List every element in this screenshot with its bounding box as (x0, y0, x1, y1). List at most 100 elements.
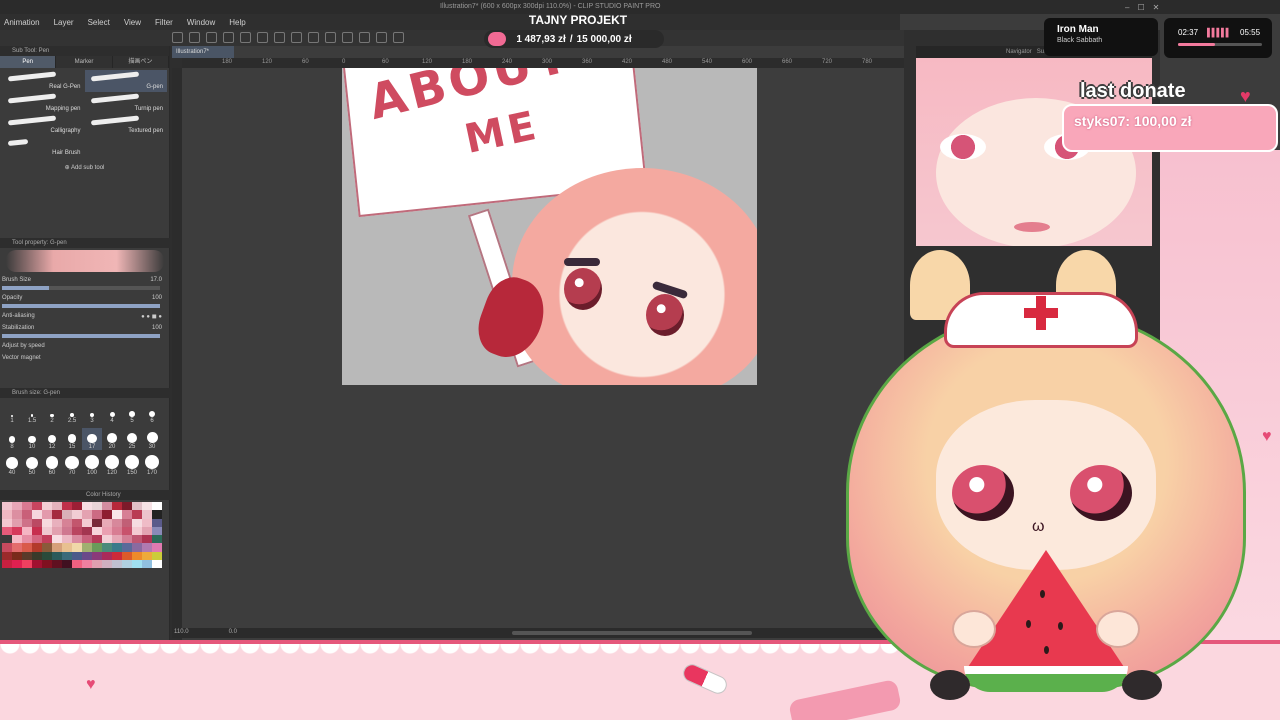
color-swatch[interactable] (52, 526, 62, 536)
color-swatch[interactable] (132, 551, 142, 561)
color-swatch[interactable] (72, 526, 82, 536)
brush-size-option[interactable]: 15 (62, 428, 82, 450)
clear-icon[interactable] (257, 32, 268, 43)
brush-size-option[interactable]: 170 (142, 454, 162, 476)
color-swatch[interactable] (102, 518, 112, 527)
color-swatch[interactable] (22, 535, 32, 544)
color-swatch[interactable] (72, 551, 82, 561)
color-swatch[interactable] (122, 551, 132, 561)
crop-icon[interactable] (325, 32, 336, 43)
brush-size-option[interactable]: 2 (42, 402, 62, 424)
prop-opacity[interactable]: Opacity 100 (0, 292, 170, 304)
color-swatch[interactable] (72, 543, 82, 552)
color-swatch[interactable] (42, 502, 52, 511)
pen-icon[interactable] (359, 32, 370, 43)
color-swatch[interactable] (12, 518, 22, 527)
color-swatch[interactable] (112, 535, 122, 544)
color-swatch[interactable] (42, 535, 52, 544)
open-icon[interactable] (189, 32, 200, 43)
color-swatch[interactable] (22, 518, 32, 527)
color-swatch[interactable] (22, 510, 32, 519)
color-swatch[interactable] (62, 518, 72, 527)
color-swatch[interactable] (152, 535, 162, 544)
color-swatch[interactable] (112, 518, 122, 527)
brush-size-option[interactable]: 12 (42, 428, 62, 450)
brush-size-option[interactable]: 150 (122, 454, 142, 476)
brush-size-option[interactable]: 2.5 (62, 402, 82, 424)
color-swatch[interactable] (72, 560, 82, 569)
color-swatch[interactable] (52, 510, 62, 519)
color-swatch[interactable] (102, 560, 112, 569)
brush-size-option[interactable]: 17 (82, 428, 102, 450)
color-swatch[interactable] (62, 543, 72, 552)
color-swatch[interactable] (152, 551, 162, 561)
color-swatch[interactable] (42, 560, 52, 569)
close-icon[interactable]: ✕ (1153, 3, 1160, 12)
color-swatch[interactable] (32, 510, 42, 519)
color-swatch[interactable] (152, 510, 162, 519)
brush-size-option[interactable]: 50 (22, 454, 42, 476)
color-swatch[interactable] (82, 518, 92, 527)
color-swatch[interactable] (42, 510, 52, 519)
prop-anti-aliasing[interactable]: Anti-aliasing ● ● ◼ ● (0, 310, 170, 322)
brush-size-option[interactable]: 60 (42, 454, 62, 476)
brush-size-option[interactable]: 1 (2, 402, 22, 424)
color-swatch[interactable] (142, 502, 152, 511)
prop-adjust-by-speed[interactable]: Adjust by speed (0, 340, 170, 352)
color-swatch[interactable] (102, 535, 112, 544)
color-swatch[interactable] (22, 560, 32, 569)
color-swatch[interactable] (2, 518, 12, 527)
color-swatch[interactable] (62, 560, 72, 569)
color-swatch[interactable] (12, 526, 22, 536)
color-swatch[interactable] (122, 560, 132, 569)
ruler-icon[interactable] (376, 32, 387, 43)
brush-size-option[interactable]: 10 (22, 428, 42, 450)
brush-turnip-pen[interactable]: Turnip pen (85, 92, 168, 114)
color-swatch[interactable] (62, 551, 72, 561)
color-swatch[interactable] (132, 502, 142, 511)
color-swatch[interactable] (142, 526, 152, 536)
color-swatch[interactable] (122, 518, 132, 527)
color-swatch[interactable] (102, 551, 112, 561)
color-swatch[interactable] (122, 502, 132, 511)
prop-brush-size-slider[interactable] (2, 286, 160, 290)
color-swatch[interactable] (92, 510, 102, 519)
color-swatch[interactable] (82, 535, 92, 544)
color-swatch[interactable] (12, 560, 22, 569)
brush-size-option[interactable]: 25 (122, 428, 142, 450)
color-swatch[interactable] (72, 502, 82, 511)
deselect-icon[interactable] (308, 32, 319, 43)
color-swatch[interactable] (122, 535, 132, 544)
brush-hair-brush[interactable]: Hair Brush (2, 136, 85, 158)
color-swatch[interactable] (42, 543, 52, 552)
color-swatch[interactable] (22, 543, 32, 552)
brush-size-option[interactable]: 120 (102, 454, 122, 476)
color-swatch[interactable] (12, 543, 22, 552)
color-swatch[interactable] (92, 526, 102, 536)
canvas-horizontal-scrollbar[interactable] (172, 628, 904, 638)
color-swatch[interactable] (102, 543, 112, 552)
color-swatch[interactable] (102, 510, 112, 519)
color-swatch[interactable] (12, 535, 22, 544)
brush-mapping-pen[interactable]: Mapping pen (2, 92, 85, 114)
color-swatch[interactable] (2, 543, 12, 552)
color-swatch[interactable] (52, 543, 62, 552)
color-swatch[interactable] (112, 560, 122, 569)
color-swatch[interactable] (22, 551, 32, 561)
color-swatch[interactable] (82, 526, 92, 536)
brush-size-option[interactable]: 100 (82, 454, 102, 476)
prop-stabilization[interactable]: Stabilization 100 (0, 322, 170, 334)
zoom-readout[interactable]: 110.0 0.0 (174, 629, 237, 635)
color-swatch[interactable] (152, 560, 162, 569)
color-swatch[interactable] (112, 502, 122, 511)
invert-icon[interactable] (342, 32, 353, 43)
color-swatch[interactable] (42, 526, 52, 536)
color-swatch[interactable] (52, 560, 62, 569)
add-sub-tool-button[interactable]: ⊕ Add sub tool (0, 164, 169, 171)
color-swatch[interactable] (42, 551, 52, 561)
color-swatch[interactable] (112, 510, 122, 519)
color-swatch[interactable] (112, 526, 122, 536)
color-swatch[interactable] (42, 518, 52, 527)
color-swatch[interactable] (82, 510, 92, 519)
color-swatch[interactable] (32, 560, 42, 569)
